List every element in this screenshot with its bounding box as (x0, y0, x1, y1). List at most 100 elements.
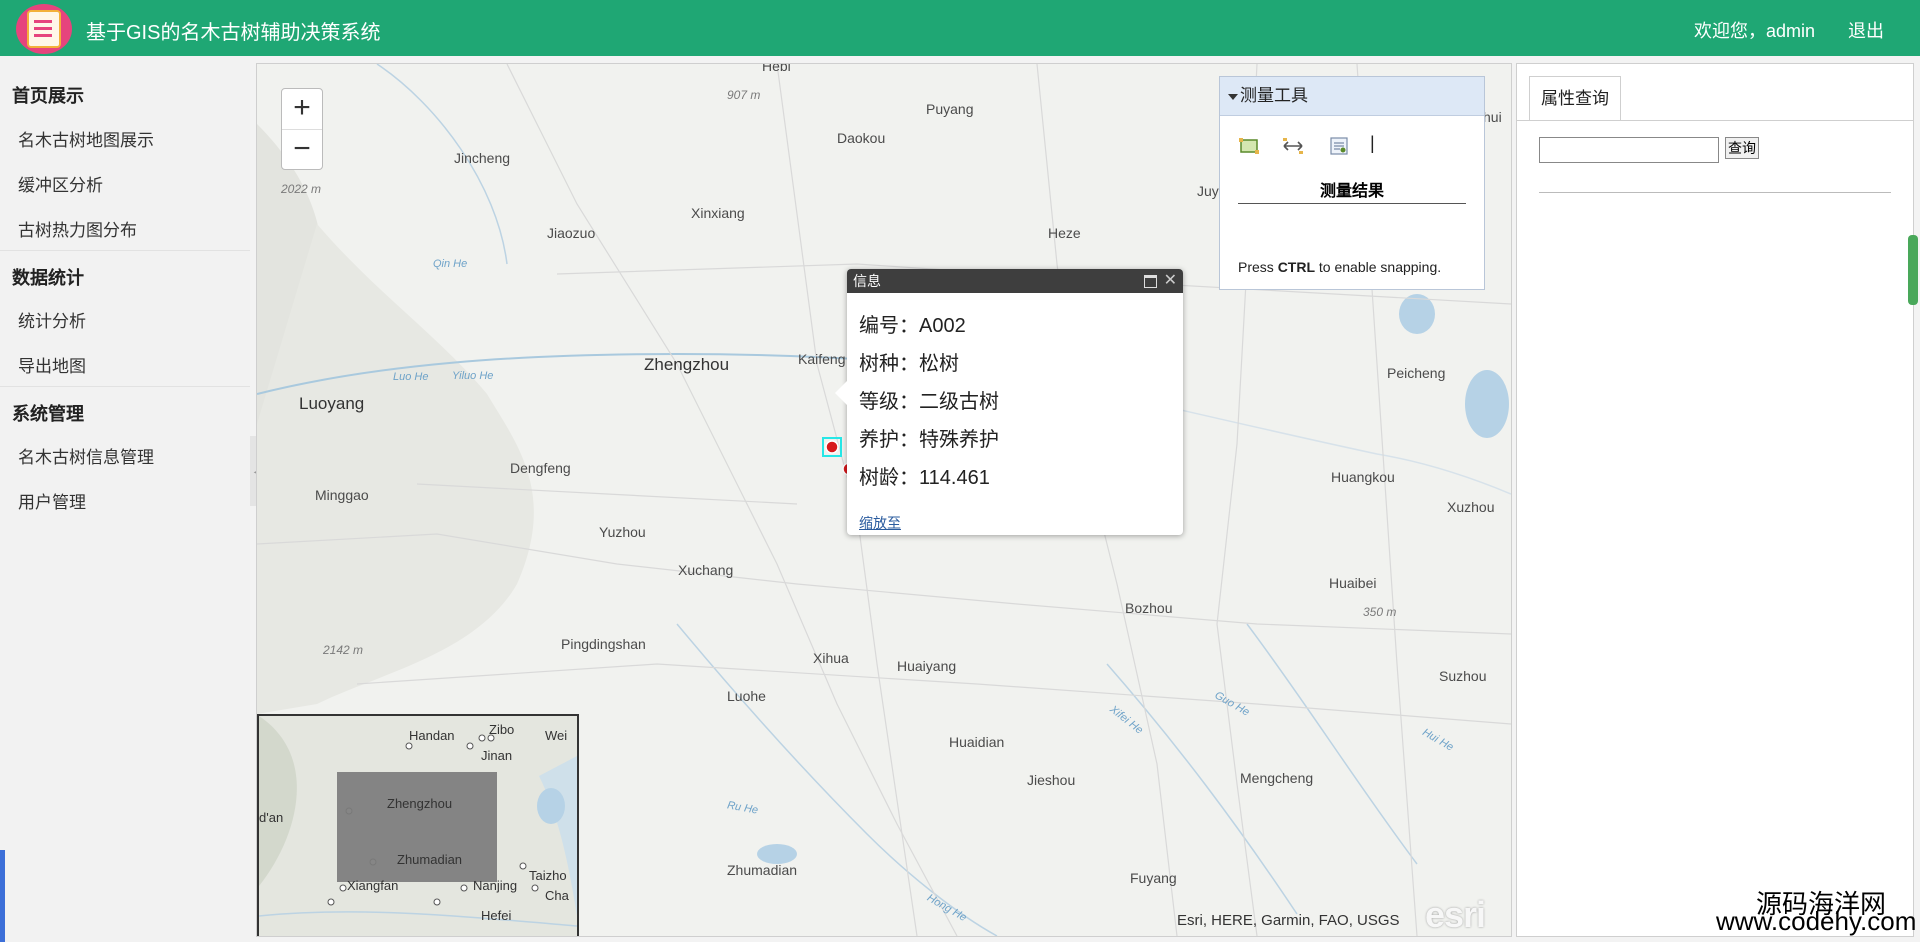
selected-tree-marker[interactable] (825, 440, 839, 454)
distance-tool-icon[interactable] (1282, 135, 1304, 157)
map-label: 907 m (727, 88, 761, 102)
map-label: Dengfeng (510, 460, 571, 476)
nav-item-heatmap[interactable]: 古树热力图分布 (18, 216, 137, 241)
esri-logo: esri (1425, 894, 1486, 935)
popup-attribute: 等级：二级古树 (859, 391, 999, 413)
map-label: Qin He (433, 258, 468, 270)
map-label: Nanjing (473, 878, 518, 893)
tab-attribute-query[interactable]: 属性查询 (1529, 76, 1621, 121)
map-label: Huangkou (1331, 469, 1395, 485)
tool-separator: | (1370, 133, 1375, 153)
map-label: 2142 m (323, 643, 364, 657)
popup-attribute: 树龄：114.461 (859, 467, 990, 489)
nav-item-user-manage[interactable]: 用户管理 (18, 488, 86, 513)
map-label: Huaibei (1329, 575, 1377, 591)
popup-header: 信息 ✕ (847, 269, 1183, 293)
logout-link[interactable]: 退出 (1848, 17, 1884, 43)
map-view[interactable]: Hebi 907 m Puyang Daokou Jincheng 2022 m… (256, 63, 1512, 937)
map-label: Pingdingshan (561, 636, 646, 652)
map-label: Hebi (762, 63, 791, 74)
map-label: Luohe (727, 688, 766, 704)
nav-group-home[interactable]: 首页展示 (12, 82, 84, 108)
nav-item-tree-map[interactable]: 名木古树地图展示 (18, 126, 154, 151)
attribute-panel: 属性查询 查询 (1516, 63, 1914, 937)
measure-result-label: 测量结果 (1238, 177, 1466, 204)
zoom-control: + − (281, 88, 323, 170)
map-label: Jiaozuo (547, 225, 596, 241)
measure-widget: 测量工具 | 测量结果 Press CTRL to enable snappin… (1219, 76, 1485, 290)
zoom-to-link[interactable]: 缩放至 (859, 513, 901, 533)
map-label: Taizho (529, 868, 567, 883)
map-label: Zhengzhou (387, 796, 453, 811)
nav-item-buffer-analysis[interactable]: 缓冲区分析 (18, 171, 103, 196)
nav-item-export-map[interactable]: 导出地图 (18, 352, 86, 377)
popup-title: 信息 (853, 273, 881, 289)
map-label: Jieshou (1027, 772, 1076, 788)
nav-group-statistics[interactable]: 数据统计 (12, 264, 84, 290)
map-label: Xuchang (678, 562, 734, 578)
close-icon[interactable]: ✕ (1164, 269, 1177, 293)
nav-item-stat-analysis[interactable]: 统计分析 (18, 307, 86, 332)
map-label: Zhumadian (397, 852, 463, 867)
nav-group-system[interactable]: 系统管理 (12, 400, 84, 426)
map-label: Xuzhou (1447, 499, 1495, 515)
popup-attribute: 树种：松树 (859, 353, 959, 375)
edge-indicator (0, 850, 5, 942)
popup-attribute: 养护：特殊养护 (859, 429, 999, 451)
collapse-triangle-icon (1228, 94, 1238, 100)
map-label: Heze (1048, 225, 1081, 241)
map-label: Wei (545, 728, 568, 743)
map-attribution: Esri, HERE, Garmin, FAO, USGS (1177, 912, 1400, 929)
map-label: Zhengzhou (644, 355, 730, 374)
nav-divider (0, 250, 250, 251)
snap-hint: Press CTRL to enable snapping. (1238, 259, 1442, 275)
map-label: Kaifeng (798, 351, 846, 367)
nav-item-tree-info[interactable]: 名木古树信息管理 (18, 443, 154, 468)
map-label: Bozhou (1125, 600, 1173, 616)
map-label: Jinan (481, 748, 513, 763)
map-label: Zhumadian (727, 862, 798, 878)
map-label: 2022 m (281, 182, 322, 196)
location-tool-icon[interactable] (1328, 135, 1350, 157)
nav-divider (0, 386, 250, 387)
map-label: Hefei (481, 908, 512, 923)
welcome-text: 欢迎您，admin (1694, 21, 1816, 41)
map-label: Xiangfan (347, 878, 399, 893)
sidebar: 首页展示 名木古树地图展示 缓冲区分析 古树热力图分布 数据统计 统计分析 导出… (0, 56, 250, 942)
map-label: Mengcheng (1240, 770, 1314, 786)
map-label: hui (1483, 109, 1502, 125)
app-logo-icon (16, 4, 72, 54)
app-header: 基于GIS的名木古树辅助决策系统 欢迎您，admin 退出 (0, 0, 1920, 56)
query-input[interactable] (1539, 137, 1719, 163)
map-label: Luo He (393, 371, 429, 383)
map-label: Minggao (315, 487, 369, 503)
map-label: Fuyang (1130, 870, 1177, 886)
tab-underline (1517, 120, 1913, 121)
map-label: Puyang (926, 101, 974, 117)
map-label: Suzhou (1439, 668, 1487, 684)
map-label: Peicheng (1387, 365, 1446, 381)
info-popup: 信息 ✕ 编号：A002 树种：松树 等级：二级古树 养护：特殊养护 树龄：11… (835, 269, 1183, 535)
map-label: Huaidian (949, 734, 1005, 750)
query-button[interactable]: 查询 (1725, 137, 1759, 159)
overview-map[interactable]: Handan Zibo Wei Jinan d'an Zhengzhou Zhu… (257, 714, 579, 936)
map-label: Yuzhou (599, 524, 646, 540)
map-label: Handan (409, 728, 455, 743)
map-label: Daokou (837, 130, 886, 146)
measure-title: 测量工具 (1240, 86, 1308, 105)
map-label: 350 m (1363, 605, 1397, 619)
area-tool-icon[interactable] (1238, 135, 1260, 157)
map-label: Juy (1197, 183, 1219, 199)
zoom-out-button[interactable]: − (282, 130, 322, 170)
map-label: Huaiyang (897, 658, 957, 674)
measure-header[interactable]: 测量工具 (1220, 77, 1484, 116)
scrollbar-thumb[interactable] (1908, 235, 1918, 305)
maximize-icon[interactable] (1144, 275, 1157, 288)
map-label: Jincheng (454, 150, 511, 166)
map-label: Xihua (813, 650, 849, 666)
zoom-in-button[interactable]: + (282, 89, 322, 130)
popup-pointer (835, 381, 847, 405)
app-title: 基于GIS的名木古树辅助决策系统 (86, 22, 381, 44)
map-label: d'an (259, 810, 284, 825)
popup-attribute: 编号：A002 (859, 315, 966, 337)
